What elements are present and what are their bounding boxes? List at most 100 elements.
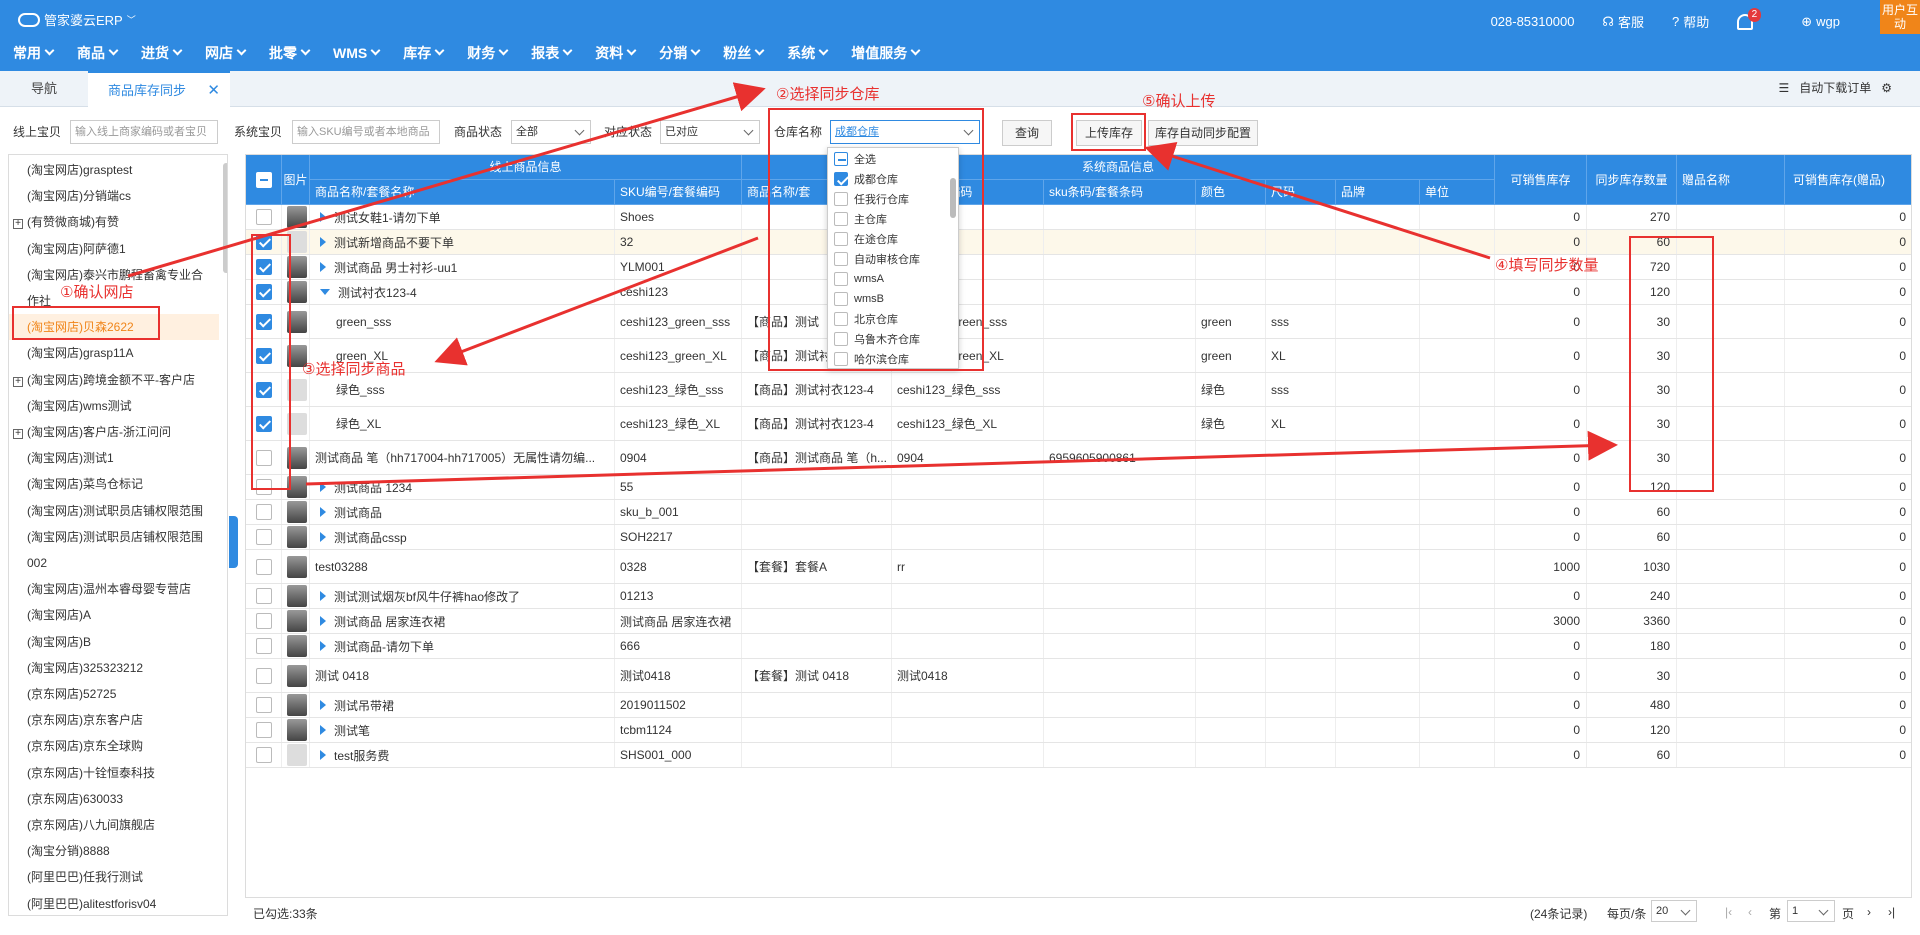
expand-icon[interactable] — [320, 616, 326, 626]
cell-sync[interactable]: 480 — [1587, 693, 1677, 717]
shop-item[interactable]: + (淘宝网店)跨境金额不平-客户店 — [9, 367, 219, 393]
cell-sync[interactable]: 270 — [1587, 205, 1677, 229]
table-row[interactable]: 测试 0418 测试0418 【套餐】测试 0418 测试0418 0 30 0 — [246, 659, 1911, 693]
cell-sync[interactable]: 180 — [1587, 634, 1677, 658]
last-page-icon[interactable]: ›| — [1888, 905, 1895, 919]
cell-sync[interactable]: 60 — [1587, 525, 1677, 549]
shop-item[interactable]: (京东网店)京东全球购 — [9, 733, 219, 759]
expand-icon[interactable] — [320, 262, 326, 272]
table-row[interactable]: test03288 0328 【套餐】套餐A rr 1000 1030 0 — [246, 550, 1911, 584]
shop-item[interactable]: (淘宝分销)8888 — [9, 838, 219, 864]
row-checkbox[interactable] — [255, 529, 272, 545]
menu-item[interactable]: 网店 — [193, 41, 257, 65]
expand-icon[interactable] — [320, 700, 326, 710]
shop-item[interactable]: (淘宝网店)测试职员店铺权限范围 — [9, 498, 219, 524]
menu-item[interactable]: 库存 — [391, 41, 455, 65]
shop-item[interactable]: (京东网店)630033 — [9, 786, 219, 812]
query-button[interactable]: 查询 — [1002, 120, 1052, 146]
menu-item[interactable]: WMS — [321, 41, 391, 65]
shop-item[interactable]: 002 — [9, 550, 219, 576]
auto-download-orders[interactable]: 自动下载订单 — [1799, 79, 1871, 96]
table-row[interactable]: 测试商品 sku_b_001 0 60 0 — [246, 500, 1911, 525]
cell-sync[interactable]: 240 — [1587, 584, 1677, 608]
shop-item[interactable]: (淘宝网店)A — [9, 602, 219, 628]
expand-icon[interactable] — [320, 641, 326, 651]
prev-page-icon[interactable]: ‹ — [1748, 905, 1752, 919]
shop-list-scrollbar[interactable] — [223, 163, 227, 273]
menu-item[interactable]: 资料 — [583, 41, 647, 65]
tab-navigation[interactable]: 导航 — [0, 71, 88, 107]
expand-icon[interactable] — [320, 482, 326, 492]
row-checkbox[interactable] — [255, 588, 272, 604]
expand-icon[interactable] — [320, 725, 326, 735]
online-search-input[interactable]: 输入线上商家编码或者宝贝 — [70, 120, 218, 144]
shop-item[interactable]: (淘宝网店)grasp11A — [9, 340, 219, 366]
expand-icon[interactable] — [320, 237, 326, 247]
match-select[interactable]: 已对应 — [660, 120, 760, 144]
table-row[interactable]: 测试商品cssp SOH2217 0 60 0 — [246, 525, 1911, 550]
help-link[interactable]: ? 帮助 — [1672, 12, 1709, 31]
expand-icon[interactable]: + — [13, 376, 23, 387]
shop-item[interactable]: (淘宝网店)wms测试 — [9, 393, 219, 419]
cell-sync[interactable]: 3360 — [1587, 609, 1677, 633]
cell-sync[interactable]: 60 — [1587, 743, 1677, 767]
row-checkbox[interactable] — [255, 697, 272, 713]
cell-sync[interactable]: 1030 — [1587, 550, 1677, 583]
menu-item[interactable]: 常用 — [0, 41, 65, 65]
expand-icon[interactable]: + — [13, 429, 23, 439]
list-icon[interactable]: ☰ — [1778, 81, 1789, 95]
expand-icon[interactable] — [320, 591, 326, 601]
auto-sync-config-button[interactable]: 库存自动同步配置 — [1148, 120, 1258, 146]
expand-icon[interactable] — [320, 507, 326, 517]
shop-item[interactable]: (淘宝网店)B — [9, 629, 219, 655]
next-page-icon[interactable]: › — [1867, 905, 1871, 919]
shop-item[interactable]: (淘宝网店)阿萨德1 — [9, 236, 219, 262]
row-checkbox[interactable] — [255, 722, 272, 738]
table-row[interactable]: 测试女鞋1-请勿下单 Shoes 0 270 0 — [246, 205, 1911, 230]
cell-sync[interactable]: 30 — [1587, 659, 1677, 692]
row-checkbox[interactable] — [255, 613, 272, 629]
shop-item[interactable]: (淘宝网店)温州本睿母婴专营店 — [9, 576, 219, 602]
close-icon[interactable]: ✕ — [207, 73, 220, 109]
collapse-icon[interactable] — [320, 289, 330, 295]
table-row[interactable]: 测试商品 居家连衣裙 测试商品 居家连衣裙 3000 3360 0 — [246, 609, 1911, 634]
expand-icon[interactable] — [320, 212, 326, 222]
table-row[interactable]: 测试吊带裙 2019011502 0 480 0 — [246, 693, 1911, 718]
menu-item[interactable]: 商品 — [65, 41, 129, 65]
expand-icon[interactable] — [320, 532, 326, 542]
shop-item[interactable]: (京东网店)京东客户店 — [9, 707, 219, 733]
table-row[interactable]: 测试笔 tcbm1124 0 120 0 — [246, 718, 1911, 743]
status-select[interactable]: 全部 — [511, 120, 591, 144]
shop-item[interactable]: (淘宝网店)测试职员店铺权限范围 — [9, 524, 219, 550]
menu-item[interactable]: 进货 — [129, 41, 193, 65]
menu-item[interactable]: 分销 — [647, 41, 711, 65]
menu-item[interactable]: 财务 — [455, 41, 519, 65]
menu-item[interactable]: 增值服务 — [839, 41, 931, 65]
cell-sync[interactable]: 120 — [1587, 718, 1677, 742]
user-menu[interactable]: ⊕ wgp — [1801, 14, 1840, 30]
collapse-panel-handle[interactable] — [229, 516, 238, 568]
shop-item[interactable]: (阿里巴巴)alitestforisv04 — [9, 891, 219, 915]
table-row[interactable]: 测试商品-请勿下单 666 0 180 0 — [246, 634, 1911, 659]
shop-item[interactable]: (淘宝网店)分销端cs — [9, 183, 219, 209]
row-checkbox[interactable] — [255, 209, 272, 225]
row-checkbox[interactable] — [255, 504, 272, 520]
expand-icon[interactable] — [320, 750, 326, 760]
select-all-checkbox[interactable] — [255, 171, 272, 188]
row-checkbox[interactable] — [255, 558, 272, 575]
shop-item[interactable]: (淘宝网店)菜鸟仓标记 — [9, 471, 219, 497]
menu-item[interactable]: 批零 — [257, 41, 321, 65]
system-search-input[interactable]: 输入SKU编号或者本地商品 — [292, 120, 440, 144]
shop-item[interactable]: + (淘宝网店)客户店-浙江问问 — [9, 419, 219, 445]
shop-item[interactable]: + (有赞微商城)有赞 — [9, 209, 219, 235]
shop-item[interactable]: (京东网店)八九间旗舰店 — [9, 812, 219, 838]
user-interact-button[interactable]: 用户互动 — [1880, 0, 1920, 34]
menu-item[interactable]: 粉丝 — [711, 41, 775, 65]
first-page-icon[interactable]: |‹ — [1725, 905, 1732, 919]
shop-item[interactable]: (淘宝网店)325323212 — [9, 655, 219, 681]
shop-item[interactable]: (京东网店)52725 — [9, 681, 219, 707]
row-checkbox[interactable] — [255, 747, 272, 763]
tab-stock-sync[interactable]: 商品库存同步 ✕ — [88, 71, 230, 107]
cell-sync[interactable]: 60 — [1587, 500, 1677, 524]
table-row[interactable]: test服务费 SHS001_000 0 60 0 — [246, 743, 1911, 768]
